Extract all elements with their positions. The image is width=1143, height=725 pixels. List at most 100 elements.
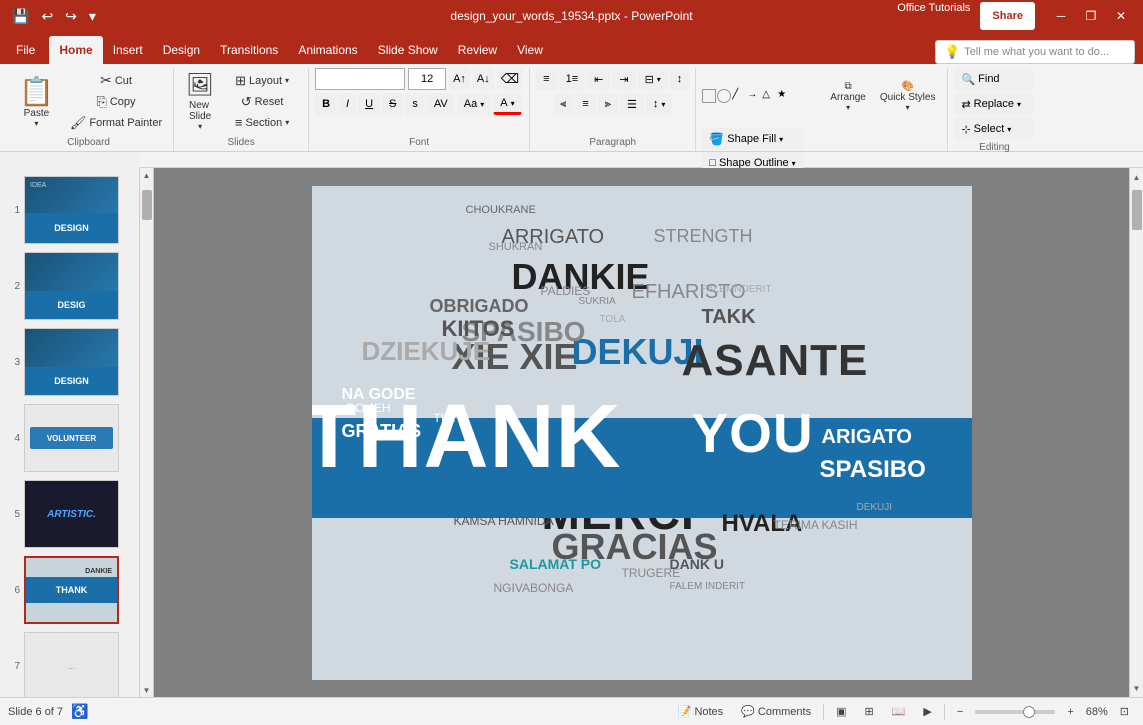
- slide-canvas[interactable]: THANKYOUDANKIEDEKUJIASANTEMERCIGRAZIEGRA…: [312, 186, 972, 680]
- line-shape-icon[interactable]: ╱: [732, 89, 746, 103]
- decrease-font-button[interactable]: A↓: [473, 68, 494, 90]
- close-button[interactable]: ✕: [1107, 2, 1135, 30]
- replace-button[interactable]: ⇄ Replace ▾: [954, 93, 1034, 115]
- add-remove-columns-button[interactable]: ⊟▾: [638, 68, 668, 90]
- find-button[interactable]: 🔍 Find: [954, 68, 1034, 90]
- slide-item-5[interactable]: 5 ARTISTIC.: [0, 476, 139, 552]
- office-tutorials-link[interactable]: Office Tutorials: [897, 2, 970, 30]
- text-direction-button[interactable]: ↕: [670, 68, 690, 90]
- oval-shape-icon[interactable]: [717, 89, 731, 103]
- clear-format-button[interactable]: ⌫: [497, 68, 523, 90]
- customize-qat-icon[interactable]: ▾: [85, 6, 100, 27]
- cut-icon: ✂: [100, 72, 112, 89]
- tab-view[interactable]: View: [507, 36, 553, 64]
- copy-button[interactable]: ⎘ Copy: [65, 92, 167, 112]
- undo-icon[interactable]: ↩: [37, 6, 57, 27]
- increase-indent-button[interactable]: ⇥: [612, 68, 635, 90]
- share-button[interactable]: Share: [980, 2, 1035, 30]
- v-scroll-thumb[interactable]: [1132, 190, 1142, 230]
- zoom-thumb[interactable]: [1023, 706, 1035, 718]
- change-case-button[interactable]: Aa ▾: [457, 93, 491, 115]
- shape-fill-icon: 🪣: [709, 132, 724, 146]
- quick-styles-button[interactable]: 🎨 Quick Styles ▾: [874, 68, 942, 124]
- scroll-up-button[interactable]: ▲: [140, 168, 154, 182]
- arrange-button[interactable]: ⧉ Arrange ▾: [824, 68, 872, 124]
- tab-design[interactable]: Design: [153, 36, 210, 64]
- select-button[interactable]: ⊹ Select ▾: [954, 118, 1034, 140]
- slide-panel-scrollbar[interactable]: ▲ ▼: [140, 168, 154, 697]
- tab-home[interactable]: Home: [49, 36, 102, 64]
- align-right-button[interactable]: ⫸: [598, 93, 618, 115]
- tab-slideshow[interactable]: Slide Show: [368, 36, 448, 64]
- align-left-button[interactable]: ⫷: [553, 93, 573, 115]
- tab-animations[interactable]: Animations: [288, 36, 367, 64]
- scroll-down-btn[interactable]: ▼: [1130, 681, 1143, 695]
- new-slide-caret: ▾: [198, 122, 202, 131]
- triangle-shape-icon[interactable]: △: [762, 89, 776, 103]
- notes-button[interactable]: 📝 Notes: [672, 703, 729, 720]
- word-cloud-word: OBRIGADO: [430, 296, 529, 317]
- scroll-up-btn[interactable]: ▲: [1130, 170, 1143, 184]
- normal-view-button[interactable]: ▣: [830, 703, 852, 720]
- tab-transitions[interactable]: Transitions: [210, 36, 288, 64]
- restore-button[interactable]: ❐: [1077, 2, 1105, 30]
- ribbon-group-editing: 🔍 Find ⇄ Replace ▾ ⊹ Select ▾ Editing: [948, 68, 1040, 151]
- cut-button[interactable]: ✂ Cut: [65, 71, 167, 91]
- bullets-button[interactable]: ≡: [536, 68, 556, 90]
- align-center-button[interactable]: ≡: [575, 93, 595, 115]
- scroll-thumb[interactable]: [142, 190, 152, 220]
- paste-button[interactable]: 📋 Paste ▾: [10, 74, 63, 130]
- line-spacing-button[interactable]: ↕▾: [646, 93, 673, 115]
- slide-item-6[interactable]: 6 THANK DANKIE MERCI: [0, 552, 139, 628]
- layout-button[interactable]: ⊞ Layout ▾: [222, 71, 302, 91]
- character-spacing-button[interactable]: AV: [427, 93, 455, 115]
- section-button[interactable]: ≡ Section ▾: [222, 113, 302, 133]
- shape-icon[interactable]: [702, 89, 716, 103]
- zoom-in-button[interactable]: +: [1061, 704, 1079, 720]
- redo-icon[interactable]: ↪: [61, 6, 81, 27]
- slide-info: Slide 6 of 7: [8, 706, 63, 718]
- text-shadow-button[interactable]: s: [405, 93, 425, 115]
- vertical-scrollbar[interactable]: ▲ ▼: [1129, 168, 1143, 697]
- zoom-out-button[interactable]: −: [951, 704, 969, 720]
- fit-to-window-button[interactable]: ⊡: [1114, 703, 1135, 720]
- zoom-slider[interactable]: [975, 710, 1055, 714]
- font-color-button[interactable]: A ▾: [493, 93, 521, 115]
- shape-fill-button[interactable]: 🪣 Shape Fill ▾: [702, 128, 804, 150]
- slide-item-3[interactable]: 3 DESIGN: [0, 324, 139, 400]
- slideshow-button[interactable]: ▶: [917, 703, 937, 720]
- font-name-input[interactable]: [315, 68, 405, 90]
- comments-button[interactable]: 💬 Comments: [735, 703, 817, 720]
- comments-icon: 💬: [741, 705, 755, 718]
- numbering-button[interactable]: 1≡: [559, 68, 586, 90]
- new-slide-label: NewSlide: [189, 100, 211, 122]
- font-size-input[interactable]: [408, 68, 446, 90]
- tab-insert[interactable]: Insert: [103, 36, 153, 64]
- minimize-button[interactable]: ─: [1047, 2, 1075, 30]
- italic-button[interactable]: I: [339, 93, 356, 115]
- tab-review[interactable]: Review: [448, 36, 507, 64]
- reading-view-button[interactable]: 📖: [886, 703, 912, 720]
- arrow-shape-icon[interactable]: →: [747, 89, 761, 103]
- tell-me-input[interactable]: 💡 Tell me what you want to do...: [935, 40, 1135, 64]
- format-painter-button[interactable]: 🖌 Format Painter: [65, 113, 167, 133]
- reset-button[interactable]: ↺ Reset: [222, 92, 302, 112]
- scroll-down-button[interactable]: ▼: [140, 683, 154, 697]
- decrease-indent-button[interactable]: ⇤: [587, 68, 610, 90]
- slide-item-1[interactable]: 1 DESIGN IDEA: [0, 172, 139, 248]
- justify-button[interactable]: ☰: [620, 93, 644, 115]
- star-shape-icon[interactable]: ★: [777, 89, 791, 103]
- increase-font-button[interactable]: A↑: [449, 68, 470, 90]
- slide-item-7[interactable]: 7 ...: [0, 628, 139, 697]
- tab-file[interactable]: File: [4, 36, 47, 64]
- slide-item-4[interactable]: 4 VOLUNTEER: [0, 400, 139, 476]
- strikethrough-button[interactable]: S: [382, 93, 403, 115]
- save-icon[interactable]: 💾: [8, 6, 33, 27]
- clipboard-group-label: Clipboard: [10, 135, 167, 151]
- underline-button[interactable]: U: [358, 93, 380, 115]
- new-slide-button[interactable]: 🖼 NewSlide ▾: [180, 74, 220, 130]
- slide-number-5: 5: [6, 509, 20, 520]
- slide-item-2[interactable]: 2 DESIG: [0, 248, 139, 324]
- bold-button[interactable]: B: [315, 93, 337, 115]
- slide-sorter-button[interactable]: ⊞: [858, 703, 879, 720]
